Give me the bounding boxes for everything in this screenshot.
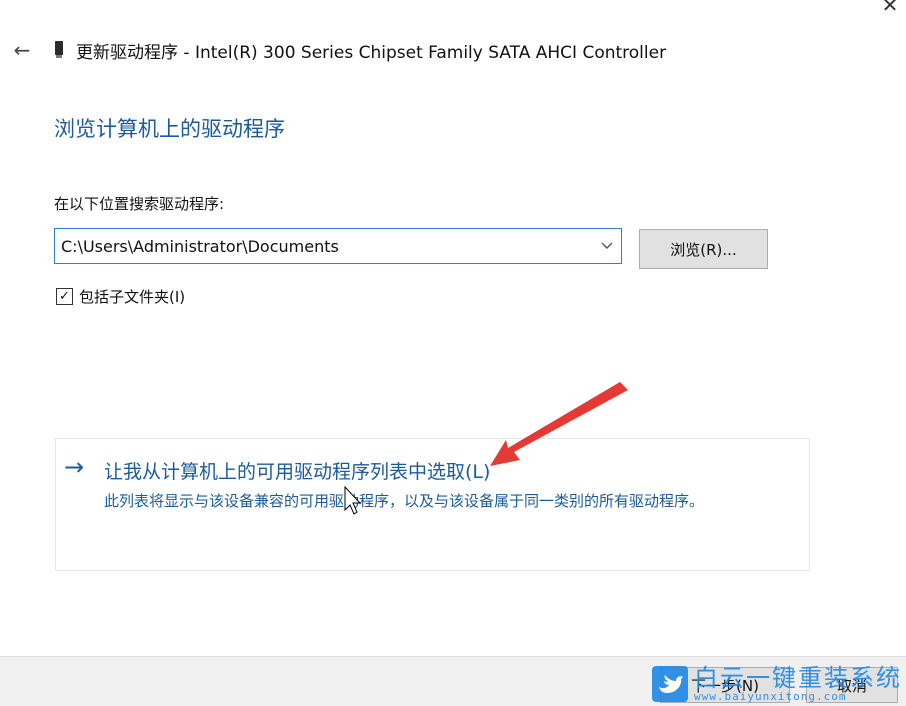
include-subfolders-label[interactable]: 包括子文件夹(I) — [79, 286, 185, 307]
close-button[interactable]: ✕ — [878, 0, 902, 16]
path-input[interactable]: C:\Users\Administrator\Documents — [55, 237, 593, 256]
watermark-url: www.baiyunxitong.com — [694, 690, 847, 703]
chevron-down-icon[interactable] — [593, 229, 621, 263]
pick-from-list-option[interactable]: → 让我从计算机上的可用驱动程序列表中选取(L) 此列表将显示与该设备兼容的可用… — [55, 438, 810, 571]
include-subfolders-checkbox[interactable]: ✓ 包括子文件夹(I) — [56, 286, 185, 307]
back-arrow-icon[interactable]: ← — [10, 38, 34, 62]
pick-option-description: 此列表将显示与该设备兼容的可用驱动程序，以及与该设备属于同一类别的所有驱动程序。 — [104, 492, 705, 510]
device-chip-icon — [54, 41, 64, 59]
page-heading: 浏览计算机上的驱动程序 — [54, 117, 285, 141]
bird-logo-icon — [652, 666, 688, 702]
watermark: 白云一键重装系统 www.baiyunxitong.com — [652, 662, 906, 706]
checkbox-box[interactable]: ✓ — [56, 288, 73, 305]
annotation-overlay — [344, 382, 628, 515]
title-bar: ← 更新驱动程序 - Intel(R) 300 Series Chipset F… — [10, 36, 666, 64]
browse-button[interactable]: 浏览(R)... — [639, 229, 768, 269]
watermark-brand: 白云一键重装系统 — [694, 664, 902, 692]
pick-option-title[interactable]: 让我从计算机上的可用驱动程序列表中选取(L) — [104, 457, 490, 484]
arrow-right-icon: → — [64, 453, 85, 481]
search-location-label: 在以下位置搜索驱动程序: — [54, 195, 225, 213]
path-combobox[interactable]: C:\Users\Administrator\Documents — [54, 228, 622, 264]
window-title: 更新驱动程序 - Intel(R) 300 Series Chipset Fam… — [76, 42, 667, 63]
